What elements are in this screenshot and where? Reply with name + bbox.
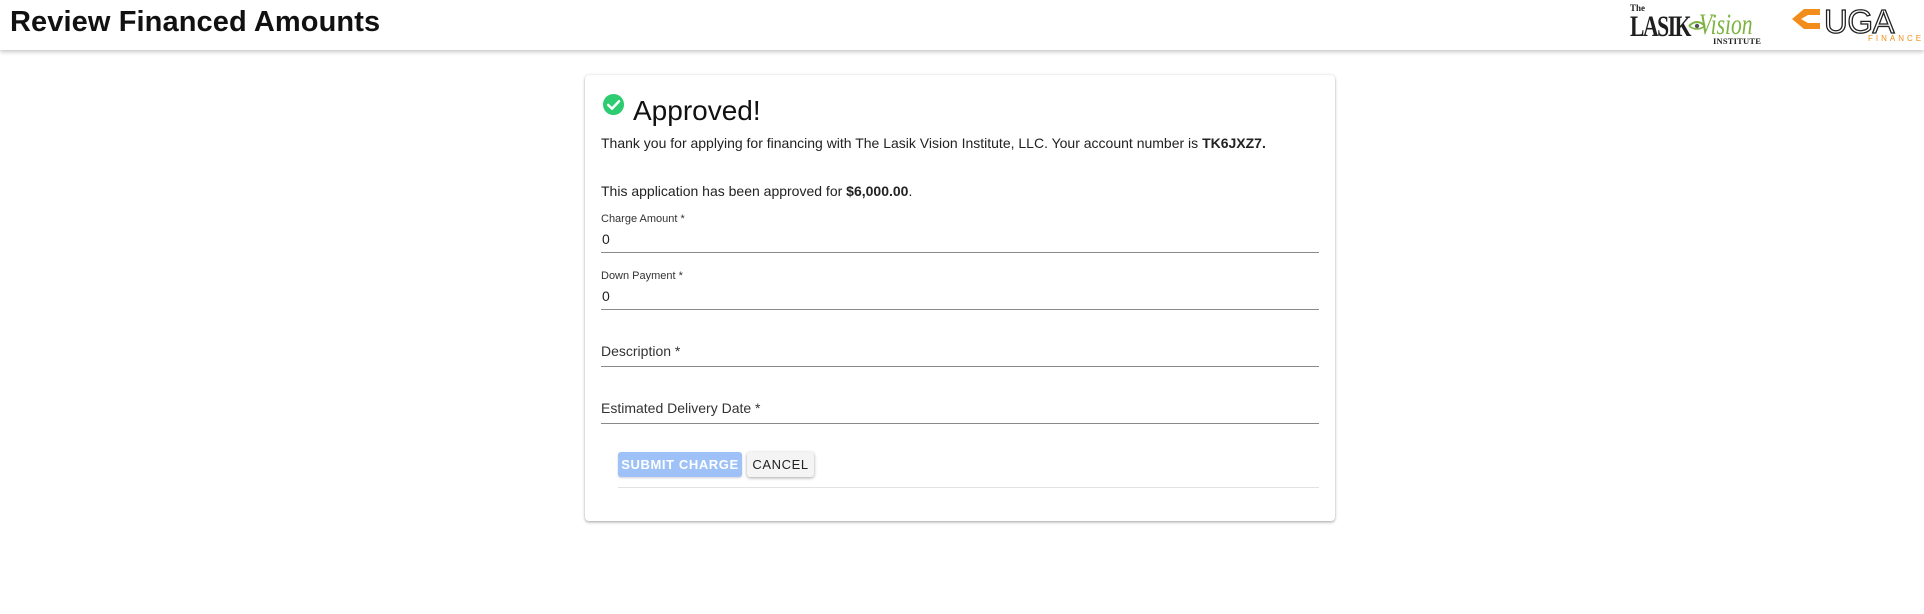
description-underline <box>601 366 1319 367</box>
approved-amount: $6,000.00 <box>846 183 909 199</box>
uga-logo-finance: FINANCE <box>1868 34 1924 43</box>
delivery-date-field[interactable]: Estimated Delivery Date * <box>601 384 1319 424</box>
down-payment-field[interactable]: Down Payment * 0 <box>601 270 1319 310</box>
approved-title: Approved! <box>633 95 761 126</box>
approved-amount-text: This application has been approved for $… <box>601 183 912 199</box>
lasik-logo-institute: INSTITUTE <box>1713 36 1762 46</box>
down-payment-input[interactable]: 0 <box>602 288 610 304</box>
lasik-vision-logo: The LASIK Vision INSTITUTE <box>1627 2 1767 46</box>
form-divider <box>618 487 1319 488</box>
approval-card: Approved! Thank you for applying for fin… <box>585 75 1335 521</box>
description-field[interactable]: Description * <box>601 327 1319 367</box>
delivery-date-label: Estimated Delivery Date * <box>601 400 761 416</box>
page-title: Review Financed Amounts <box>10 6 381 38</box>
approved-message: This application has been approved for <box>601 183 847 199</box>
charge-amount-underline <box>601 252 1319 253</box>
charge-amount-label: Charge Amount * <box>601 213 685 225</box>
intro-text: Thank you for applying for financing wit… <box>601 135 1266 151</box>
charge-amount-input[interactable]: 0 <box>602 231 610 247</box>
app-header: Review Financed Amounts The LASIK Vision… <box>0 0 1924 50</box>
description-label: Description * <box>601 343 681 359</box>
down-payment-underline <box>601 309 1319 310</box>
cancel-button[interactable]: CANCEL <box>747 452 814 477</box>
lasik-logo-word: LASIK <box>1630 10 1691 43</box>
check-circle-icon <box>602 93 625 116</box>
intro-message: Thank you for applying for financing wit… <box>601 135 1203 151</box>
down-payment-label: Down Payment * <box>601 270 683 282</box>
submit-charge-button[interactable]: SUBMIT CHARGE <box>618 452 742 477</box>
approved-suffix: . <box>908 183 913 199</box>
account-number: TK6JXZ7. <box>1202 135 1266 151</box>
uga-mark-icon <box>1792 9 1820 29</box>
charge-amount-field[interactable]: Charge Amount * 0 <box>601 213 1319 253</box>
delivery-date-underline <box>601 423 1319 424</box>
uga-finance-logo: UGA FINANCE <box>1790 2 1921 44</box>
